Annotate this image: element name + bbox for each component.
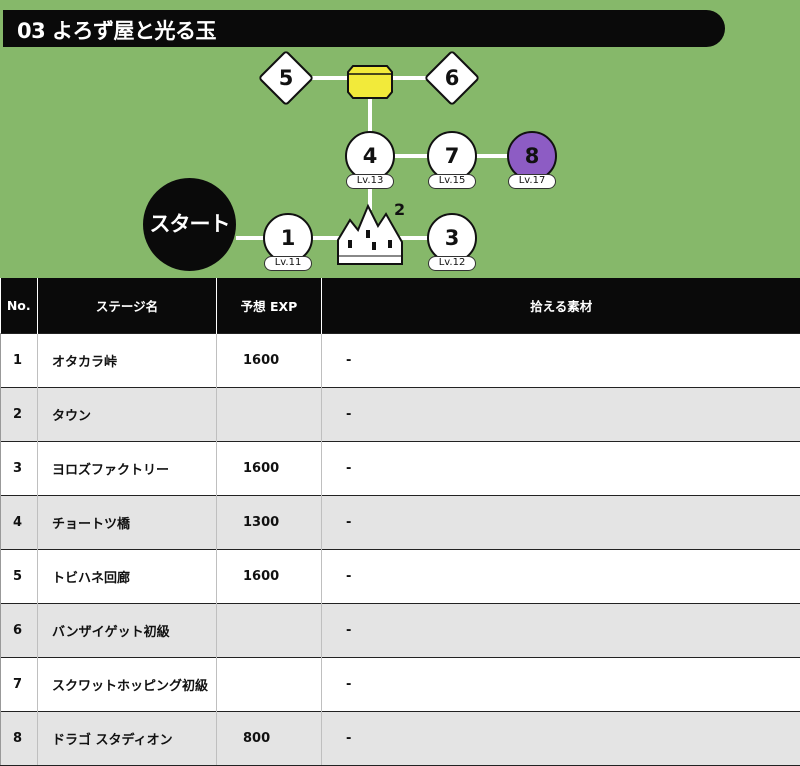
cell-exp	[217, 604, 322, 658]
start-node[interactable]: スタート	[143, 178, 236, 271]
cell-name: オタカラ峠	[38, 334, 217, 388]
page-title: 03 よろず屋と光る玉	[17, 15, 216, 45]
table-row: 8 ドラゴ スタディオン 800 -	[1, 712, 800, 766]
cell-no: 7	[1, 658, 38, 712]
cell-materials: -	[322, 496, 800, 550]
cell-exp: 1600	[217, 334, 322, 388]
cell-materials: -	[322, 658, 800, 712]
stage-8-level: Lv.17	[508, 174, 556, 189]
cell-exp	[217, 388, 322, 442]
table-row: 2 タウン -	[1, 388, 800, 442]
table-row: 6 バンザイゲット初級 -	[1, 604, 800, 658]
cell-no: 6	[1, 604, 38, 658]
cell-exp: 1600	[217, 550, 322, 604]
shop-icon[interactable]	[348, 66, 392, 98]
cell-exp: 800	[217, 712, 322, 766]
header-stage-name: ステージ名	[38, 278, 217, 334]
stage-3-level: Lv.12	[428, 256, 476, 271]
cell-name: ヨロズファクトリー	[38, 442, 217, 496]
cell-exp: 1600	[217, 442, 322, 496]
cell-materials: -	[322, 334, 800, 388]
header-materials: 拾える素材	[322, 278, 800, 334]
stage-5-label: 5	[261, 66, 311, 90]
header-exp: 予想 EXP	[217, 278, 322, 334]
table-row: 7 スクワットホッピング初級 -	[1, 658, 800, 712]
cell-materials: -	[322, 712, 800, 766]
cell-no: 1	[1, 334, 38, 388]
cell-no: 4	[1, 496, 38, 550]
stage-7-level: Lv.15	[428, 174, 476, 189]
cell-name: トビハネ回廊	[38, 550, 217, 604]
cell-no: 3	[1, 442, 38, 496]
cell-materials: -	[322, 388, 800, 442]
cell-name: ドラゴ スタディオン	[38, 712, 217, 766]
cell-no: 8	[1, 712, 38, 766]
table-header-row: No. ステージ名 予想 EXP 拾える素材	[1, 278, 800, 334]
table-row: 4 チョートツ橋 1300 -	[1, 496, 800, 550]
cell-exp: 1300	[217, 496, 322, 550]
cell-name: バンザイゲット初級	[38, 604, 217, 658]
cell-materials: -	[322, 550, 800, 604]
town-icon[interactable]	[338, 206, 402, 264]
cell-name: タウン	[38, 388, 217, 442]
stage-4-level: Lv.13	[346, 174, 394, 189]
cell-name: スクワットホッピング初級	[38, 658, 217, 712]
cell-materials: -	[322, 442, 800, 496]
stage-6-label: 6	[427, 66, 477, 90]
cell-no: 2	[1, 388, 38, 442]
table-row: 1 オタカラ峠 1600 -	[1, 334, 800, 388]
cell-no: 5	[1, 550, 38, 604]
cell-exp	[217, 658, 322, 712]
stage-table: No. ステージ名 予想 EXP 拾える素材 1 オタカラ峠 1600 - 2 …	[0, 278, 800, 766]
level-map: 03 よろず屋と光る玉 スタート 5 6 1 Lv.11 3 Lv.12 4 L…	[0, 0, 800, 278]
table-row: 5 トビハネ回廊 1600 -	[1, 550, 800, 604]
town-number: 2	[394, 200, 405, 219]
cell-name: チョートツ橋	[38, 496, 217, 550]
table-row: 3 ヨロズファクトリー 1600 -	[1, 442, 800, 496]
title-bar: 03 よろず屋と光る玉	[3, 10, 725, 47]
cell-materials: -	[322, 604, 800, 658]
stage-1-level: Lv.11	[264, 256, 312, 271]
header-no: No.	[1, 278, 38, 334]
